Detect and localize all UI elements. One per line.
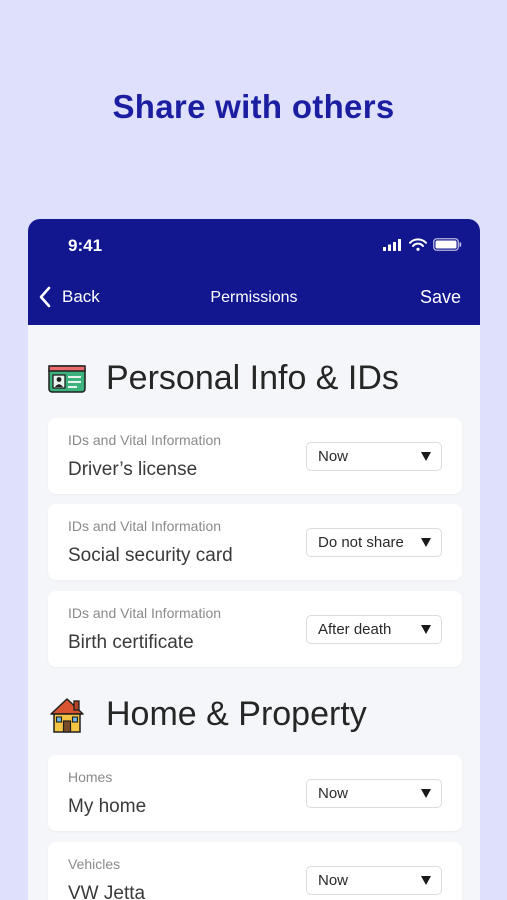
status-time: 9:41 bbox=[68, 236, 103, 255]
list-item[interactable]: IDs and Vital Information Social securit… bbox=[48, 504, 462, 580]
item-title: VW Jetta bbox=[68, 883, 146, 900]
section-header-home-property: Home & Property bbox=[48, 695, 367, 734]
save-button[interactable]: Save bbox=[420, 287, 461, 308]
permission-select[interactable]: Now bbox=[306, 779, 442, 808]
permission-select[interactable]: Now bbox=[306, 866, 442, 895]
status-icons bbox=[383, 238, 462, 251]
item-title: Social security card bbox=[68, 545, 233, 566]
item-title: Birth certificate bbox=[68, 632, 194, 653]
item-category: IDs and Vital Information bbox=[68, 605, 222, 621]
item-category: Vehicles bbox=[68, 856, 121, 872]
page-title: Permissions bbox=[210, 289, 298, 306]
list-item[interactable]: IDs and Vital Information Birth certific… bbox=[48, 591, 462, 667]
app-header: 9:41 Back Permissions Save bbox=[28, 219, 480, 325]
wifi-icon bbox=[409, 238, 427, 251]
battery-icon bbox=[433, 238, 462, 251]
id-card-icon bbox=[48, 364, 86, 393]
section-title: Home & Property bbox=[106, 695, 367, 733]
caret-down-icon bbox=[421, 452, 431, 461]
list-item[interactable]: Homes My home Now bbox=[48, 755, 462, 831]
section-header-personal-info: Personal Info & IDs bbox=[48, 359, 399, 398]
caret-down-icon bbox=[421, 538, 431, 547]
item-title: Driver’s license bbox=[68, 459, 198, 480]
list-item[interactable]: IDs and Vital Information Driver’s licen… bbox=[48, 418, 462, 494]
house-icon bbox=[50, 697, 84, 733]
item-category: IDs and Vital Information bbox=[68, 432, 222, 448]
list-item[interactable]: Vehicles VW Jetta Now bbox=[48, 842, 462, 900]
signal-icon bbox=[383, 238, 401, 251]
section-title: Personal Info & IDs bbox=[106, 359, 399, 397]
caret-down-icon bbox=[421, 625, 431, 634]
item-title: My home bbox=[68, 796, 147, 817]
item-category: Homes bbox=[68, 769, 113, 785]
item-category: IDs and Vital Information bbox=[68, 518, 222, 534]
caret-down-icon bbox=[421, 876, 431, 885]
caret-down-icon bbox=[421, 789, 431, 798]
permission-select[interactable]: Now bbox=[306, 442, 442, 471]
phone-screen: 9:41 Back Permissions Save Personal Info… bbox=[28, 219, 480, 900]
permission-select[interactable]: Do not share bbox=[306, 528, 442, 557]
marketing-headline: Share with others bbox=[112, 88, 395, 125]
permission-select[interactable]: After death bbox=[306, 615, 442, 644]
